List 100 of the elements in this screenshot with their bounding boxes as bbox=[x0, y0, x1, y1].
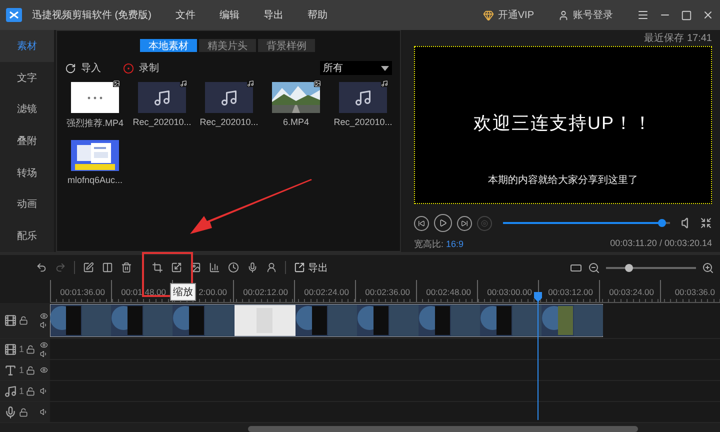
eye-icon[interactable] bbox=[40, 340, 48, 348]
time-label: 00:02:24.00 bbox=[304, 287, 349, 299]
sidebar-item[interactable]: 滤镜 bbox=[0, 93, 54, 126]
eye-icon[interactable] bbox=[40, 312, 48, 320]
track-number: 1 bbox=[19, 386, 24, 396]
menu-item[interactable]: 文件 bbox=[175, 8, 196, 22]
media-name: Rec_202010... bbox=[334, 117, 392, 127]
previous-button[interactable] bbox=[414, 216, 429, 230]
tab[interactable]: 背景样例 bbox=[258, 39, 315, 52]
sidebar-item[interactable]: 配乐 bbox=[0, 220, 54, 252]
headline-text: 欢迎三连支持UP！！ bbox=[473, 112, 652, 135]
music-icon bbox=[247, 80, 254, 87]
track-number: 1 bbox=[19, 344, 24, 354]
vip-button[interactable]: 开通VIP bbox=[482, 8, 534, 22]
previous-icon bbox=[418, 220, 425, 226]
media-name: mlofnq6Auc... bbox=[67, 175, 123, 185]
lock-icon[interactable] bbox=[19, 316, 28, 325]
window-title: 迅捷视频剪辑软件 (免费版) bbox=[32, 8, 152, 22]
record-button[interactable]: 录制 bbox=[123, 61, 159, 75]
maximize-icon[interactable] bbox=[681, 10, 692, 20]
text-icon bbox=[4, 364, 17, 376]
diamond-icon bbox=[482, 10, 494, 20]
dropdown-arrow-icon bbox=[381, 66, 389, 70]
scale-icon[interactable] bbox=[171, 262, 182, 273]
tab[interactable]: 本地素材 bbox=[140, 39, 197, 52]
crop-icon[interactable] bbox=[152, 262, 163, 273]
sidebar-item[interactable]: 文字 bbox=[0, 62, 54, 94]
audio-thumbnail[interactable] bbox=[205, 82, 253, 113]
clock-icon[interactable] bbox=[228, 262, 239, 273]
time-label: 00:03:12.00 bbox=[548, 287, 593, 299]
split-icon[interactable] bbox=[102, 262, 113, 273]
fit-icon[interactable] bbox=[570, 262, 582, 274]
menu-item[interactable]: 帮助 bbox=[307, 8, 328, 22]
zoom-in-icon[interactable] bbox=[702, 262, 714, 274]
time-label: 00:02:36.00 bbox=[365, 287, 410, 299]
export-button[interactable]: 导出 bbox=[294, 260, 328, 274]
person-icon[interactable] bbox=[266, 262, 277, 273]
speaker-icon[interactable] bbox=[40, 387, 48, 395]
tooltip: 缩放 bbox=[170, 283, 196, 301]
user-icon bbox=[558, 10, 569, 20]
edit-icon[interactable] bbox=[83, 262, 94, 273]
media-name: 强烈推荐.MP4 bbox=[66, 117, 124, 130]
delete-icon[interactable] bbox=[121, 262, 132, 273]
slider-thumb[interactable] bbox=[624, 264, 632, 272]
microphone-icon bbox=[4, 406, 17, 418]
time-label: 00:03:24.00 bbox=[609, 287, 654, 299]
speaker-icon[interactable] bbox=[40, 350, 48, 358]
image-icon bbox=[314, 80, 321, 87]
speaker-icon[interactable] bbox=[40, 408, 48, 416]
sidebar-item[interactable]: 素材 bbox=[0, 30, 54, 62]
next-button[interactable] bbox=[457, 216, 472, 230]
sidebar-item[interactable]: 动画 bbox=[0, 188, 54, 220]
playhead[interactable] bbox=[534, 292, 542, 420]
filter-dropdown[interactable]: 所有 bbox=[320, 61, 392, 75]
sidebar-item[interactable]: 转场 bbox=[0, 156, 54, 189]
time-label: 2:00.00 bbox=[198, 287, 227, 299]
film-icon bbox=[4, 314, 17, 327]
zoom-out-icon[interactable] bbox=[588, 262, 600, 274]
import-button[interactable]: 导入 bbox=[65, 61, 101, 75]
image-icon[interactable] bbox=[190, 262, 201, 273]
close-icon[interactable] bbox=[702, 9, 714, 21]
record-icon bbox=[123, 62, 134, 74]
media-name: 6.MP4 bbox=[282, 117, 309, 127]
time-label: 00:01:36.00 bbox=[60, 287, 105, 299]
aspect-value[interactable]: 16:9 bbox=[446, 239, 464, 249]
eye-icon[interactable] bbox=[40, 366, 48, 374]
bar-chart-icon[interactable] bbox=[209, 262, 220, 273]
scrollbar[interactable] bbox=[0, 423, 720, 432]
time-label: 00:02:12.00 bbox=[243, 287, 288, 299]
undo-icon[interactable] bbox=[36, 262, 47, 273]
time-label: 00:02:48.00 bbox=[426, 287, 471, 299]
login-button[interactable]: 账号登录 bbox=[558, 8, 613, 22]
play-button[interactable] bbox=[434, 214, 452, 232]
lock-icon[interactable] bbox=[19, 408, 28, 416]
sidebar-item[interactable]: 叠附 bbox=[0, 125, 54, 157]
menu-item[interactable]: 编辑 bbox=[219, 8, 240, 22]
lock-icon[interactable] bbox=[26, 344, 36, 354]
image-icon bbox=[113, 80, 120, 87]
next-icon bbox=[461, 220, 468, 226]
microphone-icon[interactable] bbox=[247, 262, 258, 273]
menu-item[interactable]: 导出 bbox=[263, 8, 284, 22]
menu-icon[interactable] bbox=[637, 9, 649, 21]
time-label: 00:03:00.00 bbox=[487, 287, 532, 299]
audio-thumbnail[interactable] bbox=[339, 82, 387, 113]
time-display: 00:03:11.20 / 00:03:20.14 bbox=[610, 238, 712, 248]
play-icon bbox=[439, 219, 447, 227]
tab[interactable]: 精美片头 bbox=[199, 39, 256, 52]
music-icon bbox=[381, 80, 388, 87]
slider-thumb[interactable] bbox=[658, 219, 666, 227]
subtitle-text: 本期的内容就给大家分享到这里了 bbox=[488, 174, 638, 187]
music-icon bbox=[4, 384, 17, 398]
lock-icon[interactable] bbox=[26, 386, 36, 396]
app-logo-icon bbox=[6, 8, 22, 22]
media-name: Rec_202010... bbox=[132, 117, 192, 127]
speaker-icon[interactable] bbox=[40, 321, 48, 329]
save-status: 最近保存 17:41 bbox=[644, 32, 712, 45]
audio-thumbnail[interactable] bbox=[138, 82, 186, 113]
fullscreen-icon[interactable] bbox=[700, 217, 712, 229]
lock-icon[interactable] bbox=[26, 366, 36, 374]
film-icon bbox=[4, 342, 17, 356]
